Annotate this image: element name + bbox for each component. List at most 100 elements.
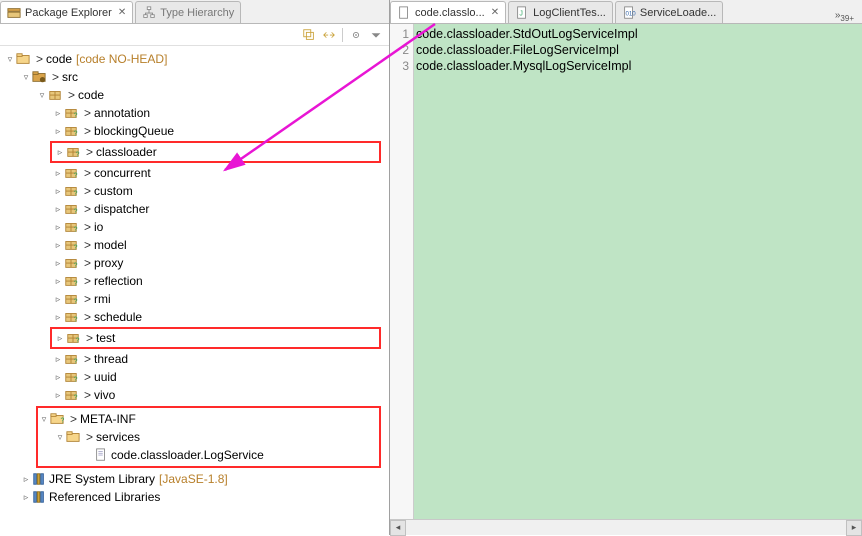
- left-tabbar: Package Explorer ✕ Type Hierarchy: [0, 0, 389, 24]
- expand-arrow-icon[interactable]: [54, 333, 66, 344]
- tree-package-schedule[interactable]: ?>schedule: [0, 308, 389, 326]
- svg-text:?: ?: [74, 112, 78, 119]
- package-label: proxy: [94, 256, 123, 270]
- tree-package-proxy[interactable]: ?>proxy: [0, 254, 389, 272]
- expand-arrow-icon[interactable]: [52, 204, 64, 215]
- package-label: annotation: [94, 106, 150, 120]
- scroll-right-icon[interactable]: ▸: [846, 520, 862, 536]
- expand-arrow-icon[interactable]: [20, 72, 32, 83]
- expand-arrow-icon[interactable]: [52, 372, 64, 383]
- editor-tabbar: code.classlo... ✕ J LogClientTes... 010 …: [390, 0, 862, 24]
- link-editor-icon[interactable]: [322, 28, 336, 42]
- package-label: model: [94, 238, 127, 252]
- expand-arrow-icon[interactable]: [52, 390, 64, 401]
- scroll-track[interactable]: [406, 520, 846, 536]
- expand-arrow-icon[interactable]: [52, 168, 64, 179]
- expand-arrow-icon[interactable]: [54, 432, 66, 443]
- horizontal-scrollbar[interactable]: ◂ ▸: [390, 519, 862, 535]
- expand-arrow-icon[interactable]: [52, 294, 64, 305]
- tree-package-vivo[interactable]: ?>vivo: [0, 386, 389, 404]
- class-file-icon: 010: [622, 6, 636, 20]
- package-label: test: [96, 331, 115, 345]
- package-label: reflection: [94, 274, 143, 288]
- expand-arrow-icon[interactable]: [52, 240, 64, 251]
- editor-body: 1 2 3 code.classloader.StdOutLogServiceI…: [390, 24, 862, 535]
- close-icon[interactable]: ✕: [491, 7, 499, 18]
- package-icon: ?: [64, 388, 78, 402]
- type-hierarchy-icon: [142, 6, 156, 20]
- focus-icon[interactable]: [349, 28, 363, 42]
- vcs-marker: >: [68, 88, 75, 102]
- left-toolbar: [0, 24, 389, 46]
- tree-package-concurrent[interactable]: ?>concurrent: [0, 164, 389, 182]
- expand-arrow-icon[interactable]: [52, 222, 64, 233]
- expand-arrow-icon[interactable]: [36, 90, 48, 101]
- tree-package-model[interactable]: ?>model: [0, 236, 389, 254]
- editor-tab-code-classloader[interactable]: code.classlo... ✕: [390, 1, 506, 23]
- tree-src[interactable]: > src: [0, 68, 389, 86]
- expand-arrow-icon[interactable]: [52, 108, 64, 119]
- package-explorer-pane: Package Explorer ✕ Type Hierarchy > code…: [0, 0, 390, 535]
- tree-project[interactable]: > code [code NO-HEAD]: [0, 50, 389, 68]
- expand-arrow-icon[interactable]: [52, 276, 64, 287]
- tree-package-annotation[interactable]: ?>annotation: [0, 104, 389, 122]
- package-icon: ?: [64, 184, 78, 198]
- tree-package-uuid[interactable]: ?>uuid: [0, 368, 389, 386]
- tree-service-file[interactable]: code.classloader.LogService: [38, 446, 379, 464]
- view-menu-icon[interactable]: [369, 28, 383, 42]
- collapse-all-icon[interactable]: [302, 28, 316, 42]
- tree-ref-libs[interactable]: Referenced Libraries: [0, 488, 389, 506]
- tree-package-blockingQueue[interactable]: ?>blockingQueue: [0, 122, 389, 140]
- tree-package-classloader[interactable]: ?>classloader: [52, 143, 379, 161]
- editor-tab-serviceloader[interactable]: 010 ServiceLoade...: [615, 1, 723, 23]
- expand-arrow-icon[interactable]: [52, 258, 64, 269]
- package-label: blockingQueue: [94, 124, 174, 138]
- project-decorator: [code NO-HEAD]: [76, 52, 167, 66]
- svg-text:?: ?: [61, 418, 65, 425]
- expand-arrow-icon[interactable]: [54, 147, 66, 158]
- vcs-marker: >: [84, 238, 91, 252]
- expand-arrow-icon[interactable]: [52, 312, 64, 323]
- separator: [342, 28, 343, 42]
- close-icon[interactable]: ✕: [118, 7, 126, 18]
- tree-package-custom[interactable]: ?>custom: [0, 182, 389, 200]
- tree-package-io[interactable]: ?>io: [0, 218, 389, 236]
- svg-text:?: ?: [74, 394, 78, 401]
- expand-arrow-icon[interactable]: [52, 186, 64, 197]
- tab-label: Package Explorer: [25, 7, 112, 19]
- expand-arrow-icon[interactable]: [20, 492, 32, 503]
- package-icon: ?: [64, 370, 78, 384]
- expand-arrow-icon[interactable]: [4, 54, 16, 65]
- project-tree[interactable]: > code [code NO-HEAD] > src > code ?>ann…: [0, 46, 389, 535]
- editor-tab-logclienttest[interactable]: J LogClientTes...: [508, 1, 613, 23]
- expand-arrow-icon[interactable]: [38, 414, 50, 425]
- tree-package-thread[interactable]: ?>thread: [0, 350, 389, 368]
- svg-text:?: ?: [74, 226, 78, 233]
- tree-package-reflection[interactable]: ?>reflection: [0, 272, 389, 290]
- svg-text:?: ?: [74, 376, 78, 383]
- tree-services[interactable]: > services: [38, 428, 379, 446]
- expand-arrow-icon[interactable]: [52, 126, 64, 137]
- tab-type-hierarchy[interactable]: Type Hierarchy: [135, 1, 241, 23]
- code-text-area[interactable]: code.classloader.StdOutLogServiceImpl co…: [414, 24, 862, 535]
- expand-arrow-icon[interactable]: [20, 474, 32, 485]
- svg-text:?: ?: [74, 262, 78, 269]
- tree-package-test[interactable]: ?>test: [52, 329, 379, 347]
- tree-package-dispatcher[interactable]: ?>dispatcher: [0, 200, 389, 218]
- editor-overflow-button[interactable]: »39+: [831, 10, 858, 23]
- scroll-left-icon[interactable]: ◂: [390, 520, 406, 536]
- vcs-marker: >: [84, 274, 91, 288]
- tree-code-package[interactable]: > code: [0, 86, 389, 104]
- tree-jre[interactable]: JRE System Library [JavaSE-1.8]: [0, 470, 389, 488]
- tree-package-rmi[interactable]: ?>rmi: [0, 290, 389, 308]
- tree-meta-inf[interactable]: ? > META-INF: [38, 410, 379, 428]
- package-label: concurrent: [94, 166, 151, 180]
- vcs-marker: >: [86, 331, 93, 345]
- expand-arrow-icon[interactable]: [52, 354, 64, 365]
- vcs-marker: >: [84, 202, 91, 216]
- vcs-marker: >: [84, 292, 91, 306]
- tab-package-explorer[interactable]: Package Explorer ✕: [0, 1, 133, 23]
- meta-inf-label: META-INF: [80, 412, 136, 426]
- package-icon: ?: [66, 145, 80, 159]
- code-line: code.classloader.StdOutLogServiceImpl: [416, 26, 862, 42]
